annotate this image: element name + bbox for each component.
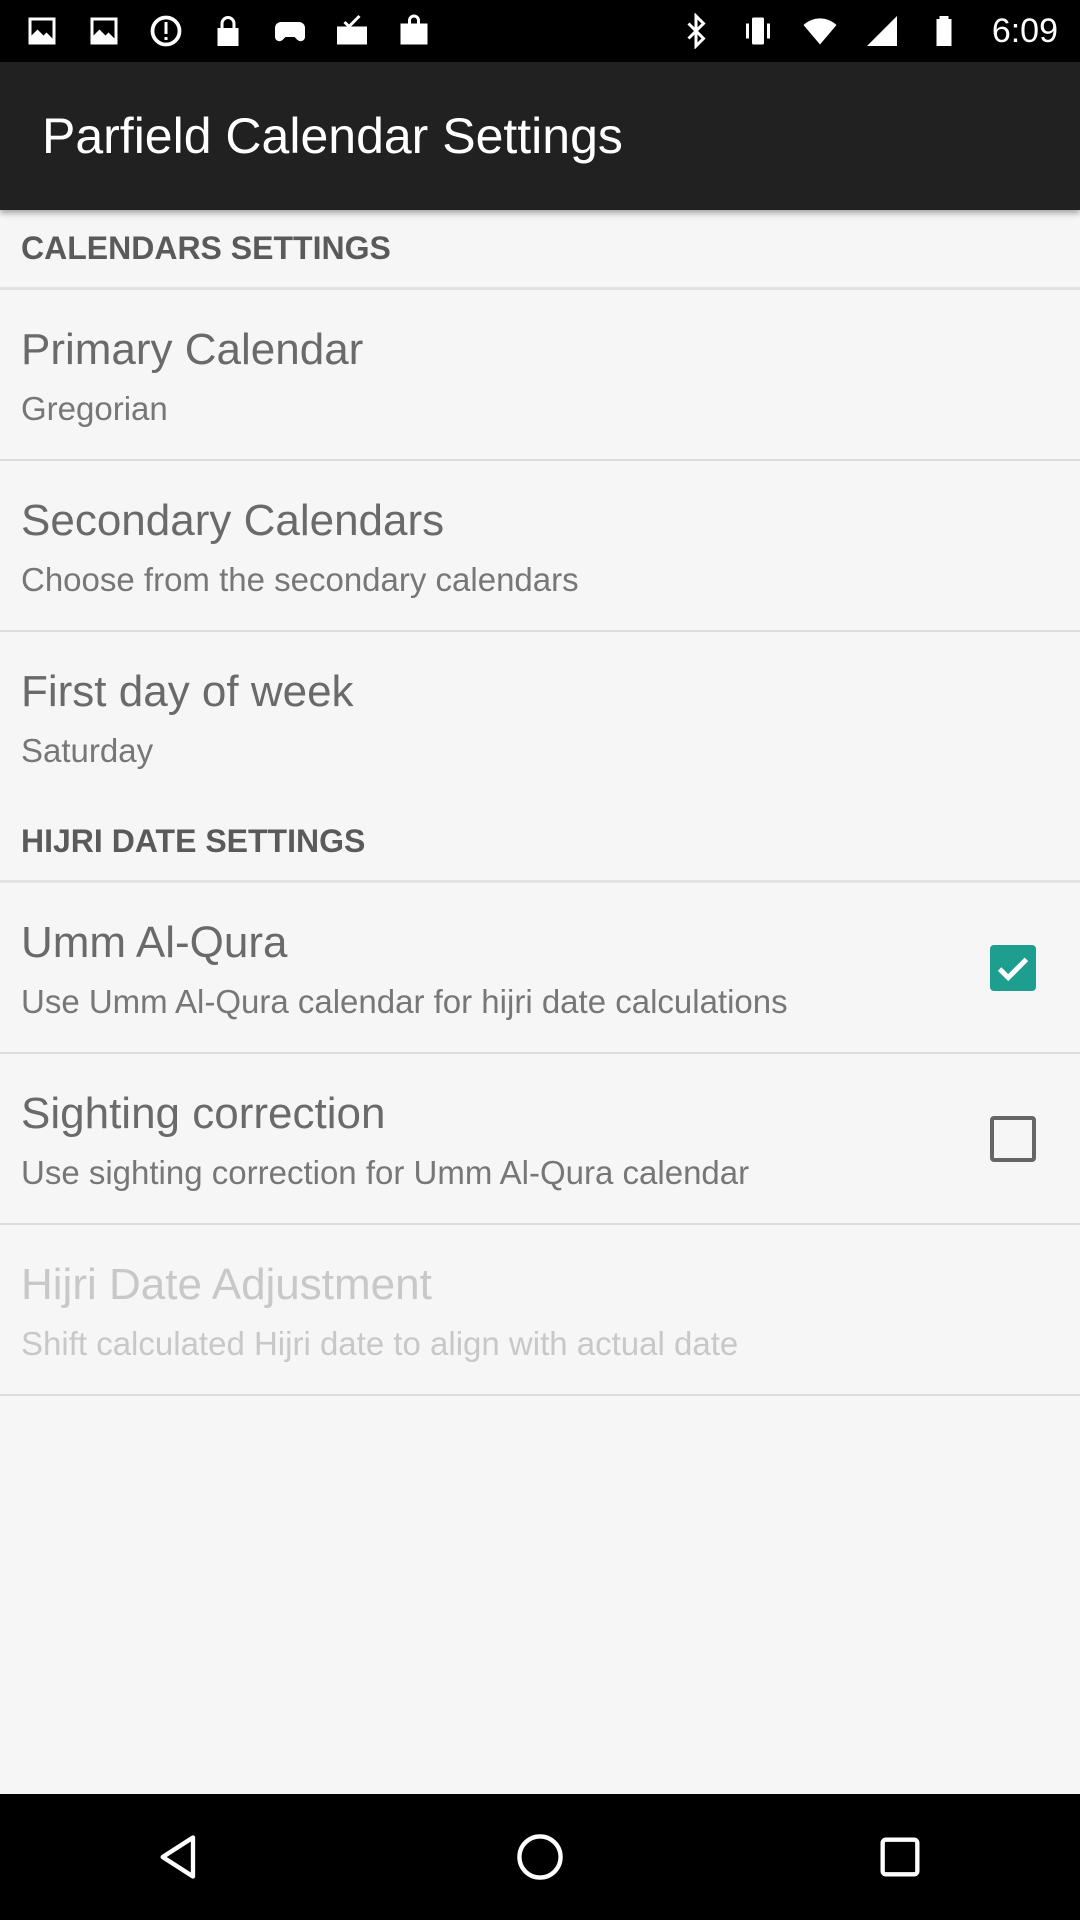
pref-summary: Gregorian [21,390,168,427]
lock-icon [208,11,248,51]
pref-title: Umm Al-Qura [21,918,288,967]
pref-first-day-of-week[interactable]: First day of week Saturday [0,632,1080,803]
alert-icon [146,11,186,51]
pref-title: Hijri Date Adjustment [21,1260,432,1309]
home-icon[interactable] [490,1807,590,1907]
sighting-correction-checkbox[interactable] [990,1116,1036,1162]
back-icon[interactable] [130,1807,230,1907]
status-time: 6:09 [991,11,1058,50]
pref-summary: Shift calculated Hijri date to align wit… [21,1325,739,1362]
settings-list: CALENDARS SETTINGS Primary Calendar Greg… [0,210,1080,1396]
signal-icon [862,11,902,51]
system-icons: 6:09 [676,11,1058,51]
battery-icon [924,11,964,51]
notification-icons [22,11,434,51]
pref-primary-calendar[interactable]: Primary Calendar Gregorian [0,290,1080,461]
game-controller-icon [270,11,310,51]
bluetooth-icon [676,11,716,51]
pref-summary: Choose from the secondary calendars [21,561,579,598]
mail-check-icon [332,11,372,51]
pref-title: Secondary Calendars [21,496,445,545]
page-title: Parfield Calendar Settings [42,108,623,164]
section-header-hijri: HIJRI DATE SETTINGS [0,803,1080,883]
pref-umm-al-qura[interactable]: Umm Al-Qura Use Umm Al-Qura calendar for… [0,883,1080,1054]
pref-summary: Saturday [21,732,154,769]
vibrate-icon [738,11,778,51]
pref-secondary-calendars[interactable]: Secondary Calendars Choose from the seco… [0,461,1080,632]
pref-sighting-correction[interactable]: Sighting correction Use sighting correct… [0,1054,1080,1225]
pref-title: First day of week [21,667,354,716]
pref-title: Primary Calendar [21,325,364,374]
image-icon [22,11,62,51]
status-bar: 6:09 [0,0,1080,62]
image-icon [84,11,124,51]
section-header-calendars: CALENDARS SETTINGS [0,210,1080,290]
recents-icon[interactable] [850,1807,950,1907]
navigation-bar [0,1794,1080,1920]
app-bar: Parfield Calendar Settings [0,62,1080,210]
wifi-icon [800,11,840,51]
umm-al-qura-checkbox[interactable] [990,945,1036,991]
check-icon [997,957,1029,982]
pref-hijri-date-adjustment: Hijri Date Adjustment Shift calculated H… [0,1225,1080,1396]
pref-summary: Use sighting correction for Umm Al-Qura … [21,1154,750,1191]
pref-summary: Use Umm Al-Qura calendar for hijri date … [21,983,788,1020]
pref-title: Sighting correction [21,1089,386,1138]
shopping-bag-icon [394,11,434,51]
